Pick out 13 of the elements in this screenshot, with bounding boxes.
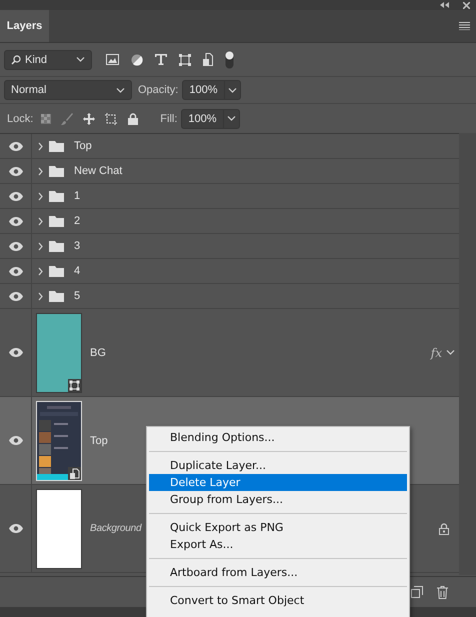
layer-name: 1 (74, 190, 80, 202)
lock-label: Lock: (7, 112, 34, 124)
layer-name: Top (74, 140, 92, 152)
layer-name: 4 (74, 265, 80, 277)
layer-name: BG (90, 346, 106, 358)
layer-name: Top (90, 434, 108, 446)
layer-name: 3 (74, 240, 80, 252)
fill-label: Fill: (160, 112, 178, 124)
layer-name: 5 (74, 290, 80, 302)
layer-name: Background (90, 523, 142, 534)
layer-name: 2 (74, 215, 80, 227)
opacity-label: Opacity: (138, 84, 178, 96)
layer-name: New Chat (74, 165, 122, 177)
